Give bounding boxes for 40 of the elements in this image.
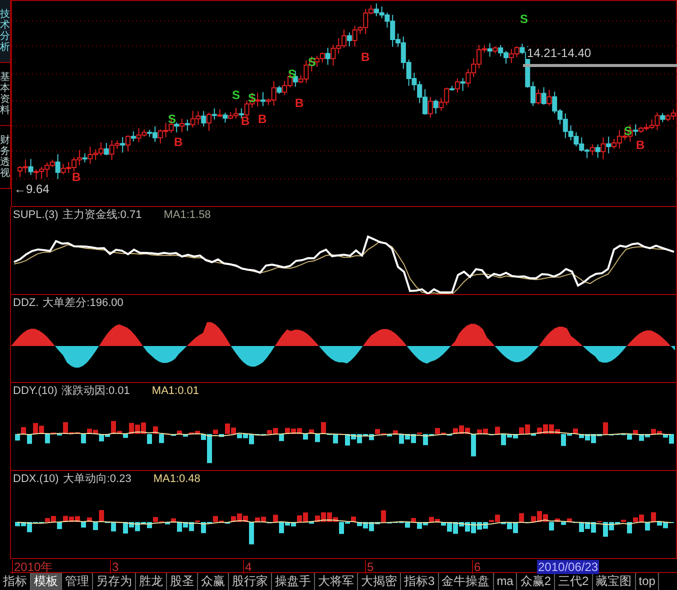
low-price-label: ←9.64 (14, 183, 50, 195)
side-tab[interactable]: 基本资料 (0, 63, 11, 126)
moving-average-value: MA1:0.01 (152, 385, 199, 398)
bottom-tab[interactable]: 股行家 (229, 573, 272, 590)
buy-signal-marker: B (361, 51, 370, 63)
indicator-value: 大单差分:196.00 (42, 297, 124, 310)
bottom-tab[interactable]: 指标3 (401, 573, 439, 590)
bottom-tab[interactable]: 指标 (0, 573, 31, 590)
buy-signal-marker: B (174, 136, 183, 148)
buy-signal-marker: B (636, 139, 645, 151)
buy-signal-marker: B (241, 115, 250, 127)
bottom-tab[interactable]: 众赢 (198, 573, 229, 590)
buy-signal-marker: B (258, 113, 267, 125)
sell-signal-marker: S (232, 89, 240, 101)
bottom-tab[interactable]: top (636, 573, 660, 590)
bottom-tab[interactable]: 模板 (31, 573, 62, 590)
indicator-name: DDZ. (13, 297, 39, 310)
moving-average-value: MA1:1.58 (164, 209, 211, 222)
bottom-tab[interactable]: 股圣 (167, 573, 198, 590)
sell-signal-marker: S (168, 113, 176, 125)
indicator-name: DDX.(10) (13, 473, 59, 486)
indicator-value: 大单动向:0.23 (62, 473, 132, 486)
sell-signal-marker: S (520, 13, 528, 25)
side-tab[interactable]: 财务透视 (0, 126, 11, 189)
indicator-name: DDY.(10) (13, 385, 58, 398)
bottom-tab[interactable]: 金牛操盘 (438, 573, 494, 590)
moving-average-value: MA1:0.48 (153, 473, 200, 486)
indicator-value: 主力资金线:0.71 (62, 209, 142, 222)
buy-signal-marker: B (72, 171, 81, 183)
indicator-name: SUPL.(3) (13, 209, 58, 222)
buy-signal-marker: B (295, 97, 304, 109)
cursor-date-label: 2010/06/23 (537, 560, 600, 574)
bottom-tab[interactable]: 胜龙 (136, 573, 167, 590)
bottom-tab[interactable]: 操盘手 (272, 573, 315, 590)
bottom-tab[interactable]: 三代2 (555, 573, 593, 590)
bottom-tab[interactable]: 藏宝图 (592, 573, 636, 590)
bottom-tab[interactable]: 管理 (62, 573, 93, 590)
indicator-value: 涨跌动因:0.01 (61, 385, 130, 398)
price-range-label: 14.21-14.40 (526, 47, 592, 59)
side-tab[interactable]: 技术分析 (0, 0, 11, 63)
